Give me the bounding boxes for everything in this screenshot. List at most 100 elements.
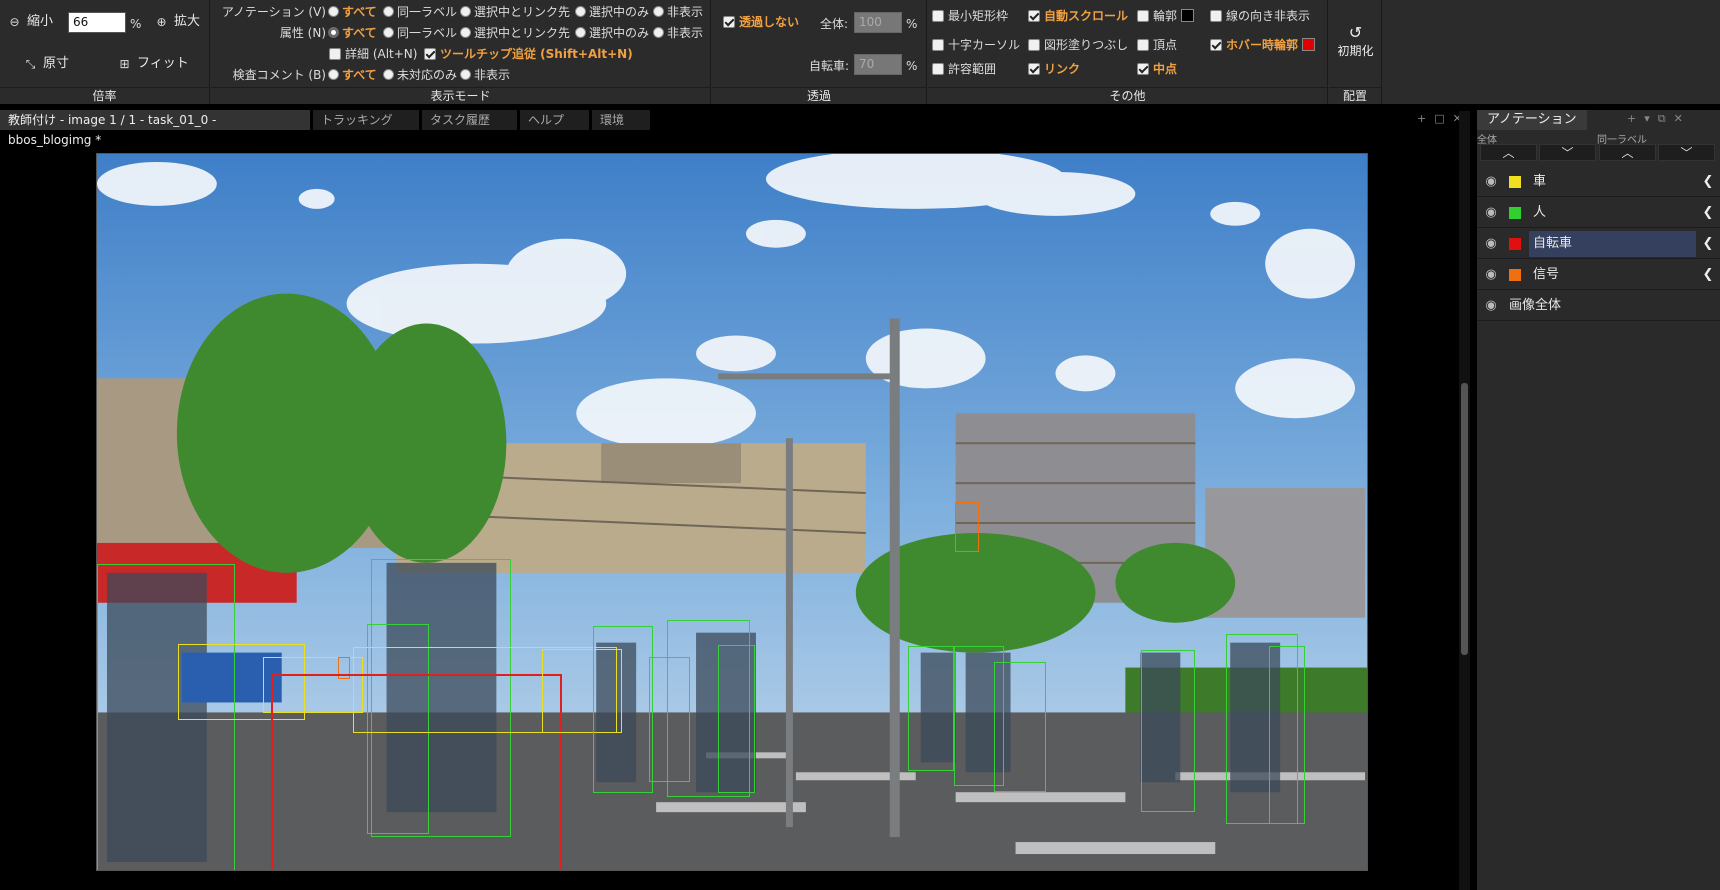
bbox-person[interactable]: [1269, 646, 1305, 824]
auto-scroll-checkbox[interactable]: 自動スクロール: [1028, 8, 1128, 24]
review-radio-all[interactable]: すべて: [328, 67, 377, 83]
annotation-radio-all[interactable]: すべて: [328, 4, 377, 20]
radio-icon: [460, 27, 471, 38]
label-row-bicycle[interactable]: ◉ 自転車 ❮: [1477, 229, 1720, 259]
review-comment-label: 検査コメント (B): [232, 68, 326, 82]
bbox-person[interactable]: [1141, 650, 1195, 812]
add-icon[interactable]: +: [1417, 112, 1434, 125]
radio-icon: [383, 6, 394, 17]
chevron-left-icon[interactable]: ❮: [1696, 174, 1720, 189]
review-radio-unresolved[interactable]: 未対応のみ: [383, 67, 457, 83]
bbox-person[interactable]: [908, 646, 954, 771]
original-size-icon: ⤡: [25, 56, 36, 71]
attribute-radio-hide[interactable]: 非表示: [653, 25, 703, 41]
vertex-checkbox[interactable]: 頂点: [1137, 37, 1177, 53]
same-next-button[interactable]: ﹀: [1658, 144, 1715, 161]
tab-tracking[interactable]: トラッキング: [313, 110, 419, 130]
no-transparency-checkbox[interactable]: 透過しない: [723, 14, 799, 30]
hover-color-swatch[interactable]: [1302, 38, 1316, 51]
all-prev-button[interactable]: ︿: [1480, 144, 1537, 161]
canvas-scrollbar[interactable]: [1459, 111, 1470, 890]
eye-icon[interactable]: ◉: [1477, 174, 1505, 189]
bbox-person[interactable]: [994, 662, 1046, 792]
zoom-group-footer: 倍率: [0, 87, 209, 104]
reset-layout-button[interactable]: ↺ 初期化: [1329, 24, 1382, 60]
maximize-icon[interactable]: □: [1434, 112, 1452, 125]
display-mode-group: アノテーション (V) 属性 (N) 検査コメント (B) すべて 同一ラベル …: [211, 0, 711, 104]
label-row-whole-image[interactable]: ◉ 画像全体: [1477, 291, 1720, 321]
attribute-radio-all[interactable]: すべて: [328, 25, 377, 41]
chevron-up-icon: ︿: [1621, 146, 1634, 160]
tab-task-history[interactable]: タスク履歴: [422, 110, 517, 130]
bike-opacity-input[interactable]: 70: [854, 54, 902, 75]
color-swatch: [1509, 175, 1521, 188]
original-size-button[interactable]: ⤡ 原寸: [24, 56, 69, 72]
chevron-left-icon[interactable]: ❮: [1696, 205, 1720, 220]
radio-icon: [460, 6, 471, 17]
checkbox-icon: [723, 16, 735, 28]
close-icon[interactable]: ✕: [1674, 112, 1691, 125]
tab-annotation-editor[interactable]: 教師付け - image 1 / 1 - task_01_0 - bbos_bl…: [0, 110, 310, 147]
bbox-bicycle-selected[interactable]: [271, 674, 562, 870]
attribute-radio-link[interactable]: 選択中とリンク先: [460, 25, 570, 41]
tab-annotation-panel[interactable]: アノテーション: [1477, 110, 1587, 130]
eye-icon[interactable]: ◉: [1477, 205, 1505, 220]
fit-button[interactable]: ⊞ フィット: [118, 56, 188, 72]
image-canvas[interactable]: [96, 153, 1368, 871]
link-checkbox[interactable]: リンク: [1028, 61, 1080, 77]
add-icon[interactable]: +: [1627, 112, 1644, 125]
checkbox-icon: [932, 63, 944, 75]
toolbar: ⊖ 縮小 66 % ⊕ 拡大 ⤡ 原寸 ⊞ フィット 倍率 アノテーション (V) 属性…: [0, 0, 1720, 104]
zoom-input[interactable]: 66: [68, 12, 126, 33]
restore-icon[interactable]: ⧉: [1658, 112, 1674, 125]
annotation-radio-selected[interactable]: 選択中のみ: [575, 4, 649, 20]
chevron-left-icon[interactable]: ❮: [1696, 267, 1720, 282]
radio-icon: [575, 6, 586, 17]
attribute-radio-selected[interactable]: 選択中のみ: [575, 25, 649, 41]
annotation-radio-hide[interactable]: 非表示: [653, 4, 703, 20]
annotation-panel: アノテーション +▾⧉✕ 全体 同一ラベル ︿ ﹀ ︿ ﹀ ◉ 車 ❮ ◉ 人 …: [1477, 110, 1720, 890]
label-row-signal[interactable]: ◉ 信号 ❮: [1477, 260, 1720, 290]
attribute-radio-same[interactable]: 同一ラベル: [383, 25, 457, 41]
scrollbar-thumb[interactable]: [1461, 383, 1468, 655]
annotation-radio-same[interactable]: 同一ラベル: [383, 4, 457, 20]
hide-line-direction-checkbox[interactable]: 線の向き非表示: [1210, 8, 1310, 24]
tab-help[interactable]: ヘルプ: [520, 110, 589, 130]
min-rect-checkbox[interactable]: 最小矩形枠: [932, 8, 1008, 24]
outline-color-swatch[interactable]: [1181, 9, 1195, 22]
chevron-left-icon[interactable]: ❮: [1696, 236, 1720, 251]
hover-outline-checkbox[interactable]: ホバー時輪郭: [1210, 37, 1316, 53]
layout-footer: 配置: [1329, 87, 1381, 104]
detail-checkbox[interactable]: 詳細 (Alt+N): [329, 46, 417, 62]
cross-cursor-checkbox[interactable]: 十字カーソル: [932, 37, 1020, 53]
same-prev-button[interactable]: ︿: [1599, 144, 1656, 161]
bbox-person[interactable]: [593, 626, 653, 793]
review-radio-hide[interactable]: 非表示: [460, 67, 510, 83]
color-swatch: [1509, 206, 1521, 219]
zoom-out-button[interactable]: ⊖ 縮小: [8, 14, 53, 30]
menu-down-icon[interactable]: ▾: [1644, 112, 1658, 125]
label-row-person[interactable]: ◉ 人 ❮: [1477, 198, 1720, 228]
label-row-car[interactable]: ◉ 車 ❮: [1477, 167, 1720, 197]
zoom-in-button[interactable]: ⊕ 拡大: [155, 14, 200, 30]
eye-icon[interactable]: ◉: [1477, 298, 1505, 313]
tab-environment[interactable]: 環境: [592, 110, 650, 130]
radio-icon: [653, 6, 664, 17]
checkbox-icon: [1028, 39, 1040, 51]
all-next-button[interactable]: ﹀: [1539, 144, 1596, 161]
fill-shape-checkbox[interactable]: 図形塗りつぶし: [1028, 37, 1128, 53]
bbox-signal[interactable]: [955, 502, 979, 552]
tooltip-follow-checkbox[interactable]: ツールチップ追従 (Shift+Alt+N): [424, 46, 633, 62]
checkbox-icon: [932, 10, 944, 22]
outline-checkbox[interactable]: 輪郭: [1137, 8, 1195, 24]
tolerance-checkbox[interactable]: 許容範囲: [932, 61, 996, 77]
zoom-out-icon: ⊖: [9, 14, 20, 29]
all-opacity-input[interactable]: 100: [854, 12, 902, 33]
annotation-radio-link[interactable]: 選択中とリンク先: [460, 4, 570, 20]
radio-icon: [328, 27, 339, 38]
eye-icon[interactable]: ◉: [1477, 236, 1505, 251]
eye-icon[interactable]: ◉: [1477, 267, 1505, 282]
zoom-group: ⊖ 縮小 66 % ⊕ 拡大 ⤡ 原寸 ⊞ フィット 倍率: [0, 0, 210, 104]
midpoint-checkbox[interactable]: 中点: [1137, 61, 1177, 77]
bbox-person[interactable]: [718, 645, 755, 793]
